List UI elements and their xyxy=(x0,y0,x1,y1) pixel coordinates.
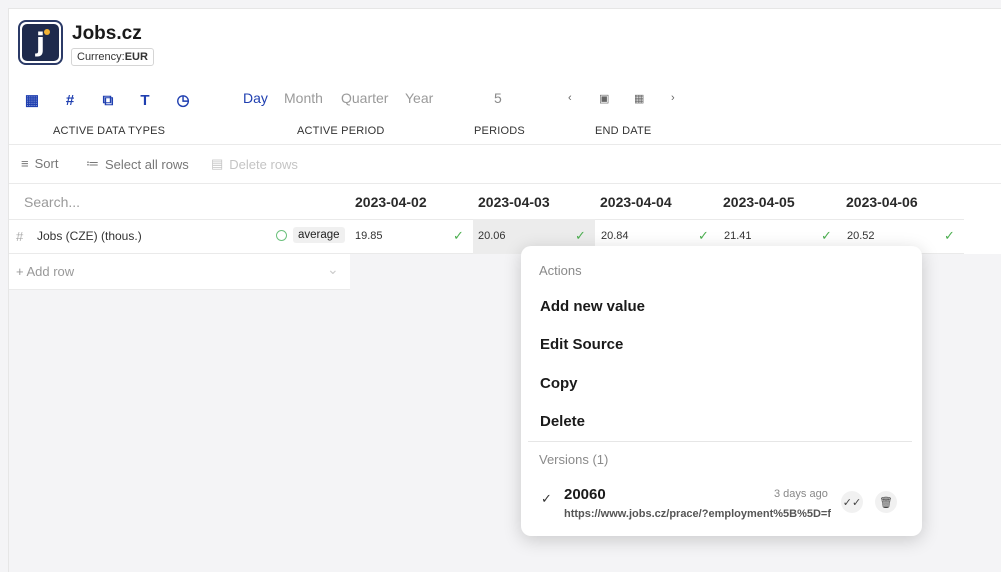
app-logo: j xyxy=(18,20,63,65)
menu-item-delete[interactable]: Delete xyxy=(540,413,585,430)
check-icon: ✓ xyxy=(575,228,586,243)
sort-icon: ≡ xyxy=(21,156,29,171)
context-menu: Actions Add new value Edit Source Copy D… xyxy=(521,246,922,536)
text-icon[interactable]: T xyxy=(136,91,154,109)
hash-icon: # xyxy=(16,229,24,244)
cell-value[interactable]: 19.85 xyxy=(355,230,383,242)
menu-item-edit-source[interactable]: Edit Source xyxy=(540,336,623,353)
menu-item-add-new-value[interactable]: Add new value xyxy=(540,298,645,315)
period-month[interactable]: Month xyxy=(284,90,323,106)
period-year[interactable]: Year xyxy=(405,90,433,106)
version-time: 3 days ago xyxy=(774,488,828,500)
next-date-icon[interactable]: › xyxy=(671,92,675,104)
cell-value[interactable]: 20.84 xyxy=(601,230,629,242)
hierarchy-icon[interactable]: ⧉ xyxy=(99,91,117,109)
divider xyxy=(9,289,350,290)
menu-header: Actions xyxy=(539,263,582,278)
divider xyxy=(9,144,1001,145)
delete-rows-button[interactable]: ▤ Delete rows xyxy=(211,156,298,172)
date-header: 2023-04-05 xyxy=(723,194,795,210)
date-header: 2023-04-06 xyxy=(846,194,918,210)
version-value: 20060 xyxy=(564,486,606,503)
sort-button[interactable]: ≡ Sort xyxy=(21,156,58,171)
versions-label: Versions (1) xyxy=(539,452,609,467)
check-icon: ✓ xyxy=(821,228,832,243)
trash-icon[interactable]: 🗑 xyxy=(875,491,897,513)
version-url[interactable]: https://www.jobs.cz/prace/?employment%5B… xyxy=(564,508,831,520)
calendar-icon[interactable]: ▣ xyxy=(599,92,609,105)
periods-label: PERIODS xyxy=(474,125,525,137)
active-period-label: ACTIVE PERIOD xyxy=(297,125,385,137)
chevron-down-icon[interactable]: ⌄ xyxy=(327,261,339,278)
table-icon[interactable]: ▦ xyxy=(23,91,41,109)
divider xyxy=(9,183,1001,184)
date-header: 2023-04-03 xyxy=(478,194,550,210)
periods-count[interactable]: 5 xyxy=(494,90,502,106)
add-row-button[interactable]: + Add row xyxy=(16,264,74,279)
double-check-icon[interactable]: ✓✓ xyxy=(841,491,863,513)
check-icon: ✓ xyxy=(541,491,552,506)
calendar-range-icon[interactable]: ▦ xyxy=(634,92,644,105)
period-quarter[interactable]: Quarter xyxy=(341,90,388,106)
row-name[interactable]: Jobs (CZE) (thous.) xyxy=(37,229,142,243)
period-day[interactable]: Day xyxy=(243,90,268,106)
prev-date-icon[interactable]: ‹ xyxy=(568,92,572,104)
active-data-types-label: ACTIVE DATA TYPES xyxy=(53,125,166,137)
page-title: Jobs.cz xyxy=(72,23,142,44)
end-date-label: END DATE xyxy=(595,125,652,137)
aggregation-badge[interactable]: average xyxy=(293,227,345,243)
cell-value[interactable]: 21.41 xyxy=(724,230,752,242)
hash-icon[interactable]: # xyxy=(61,91,79,109)
check-icon: ✓ xyxy=(944,228,955,243)
status-circle-icon xyxy=(276,230,287,241)
currency-badge: Currency:EUR xyxy=(71,48,154,66)
date-header: 2023-04-02 xyxy=(355,194,427,210)
check-icon: ✓ xyxy=(453,228,464,243)
delete-rows-icon: ▤ xyxy=(211,156,224,171)
divider xyxy=(528,441,912,442)
clock-icon[interactable]: ◷ xyxy=(174,91,192,109)
search-input[interactable]: Search... xyxy=(24,194,80,210)
cell-value[interactable]: 20.52 xyxy=(847,230,875,242)
menu-item-copy[interactable]: Copy xyxy=(540,375,578,392)
check-icon: ✓ xyxy=(698,228,709,243)
cell-value[interactable]: 20.06 xyxy=(478,230,506,242)
date-header: 2023-04-04 xyxy=(600,194,672,210)
checklist-icon: ≔ xyxy=(86,156,99,171)
select-all-button[interactable]: ≔ Select all rows xyxy=(86,156,189,172)
